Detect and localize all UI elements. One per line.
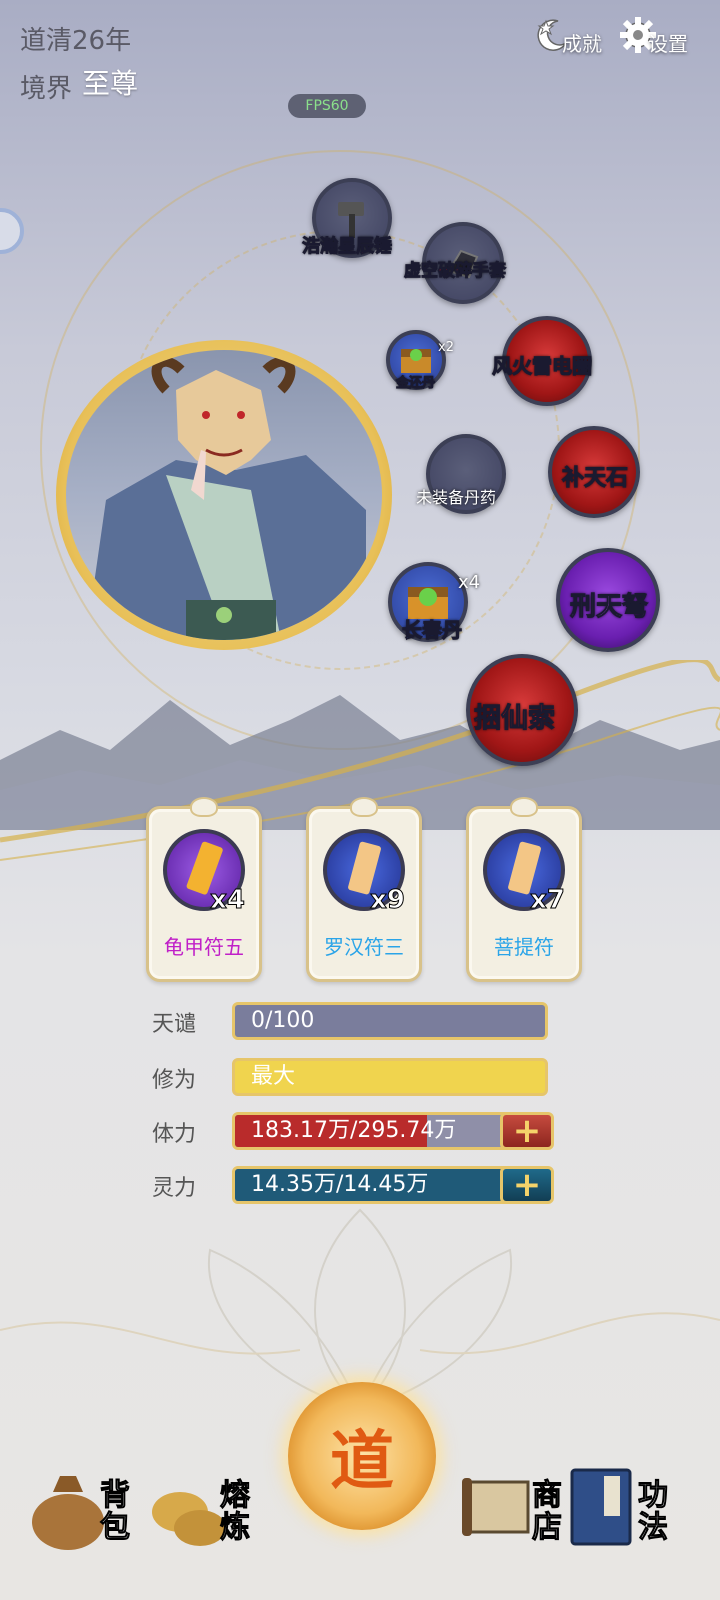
book-icon bbox=[570, 1468, 632, 1546]
nav-skills-label: 功法 bbox=[638, 1478, 669, 1545]
dao-label: 道 bbox=[330, 1424, 394, 1499]
talisman-count: x9 bbox=[370, 885, 406, 916]
realm-label: 境界 bbox=[20, 74, 73, 104]
cultivation-bar: 最大 bbox=[232, 1058, 548, 1096]
plus-icon: + bbox=[512, 1165, 542, 1205]
card-cap bbox=[190, 797, 218, 817]
coins-icon bbox=[152, 1492, 226, 1546]
nav-skills[interactable]: 功法 bbox=[564, 1462, 684, 1572]
scroll-map-icon bbox=[462, 1478, 530, 1536]
talisman-name: 龟甲符五 bbox=[164, 935, 244, 959]
item-count: x4 bbox=[458, 572, 481, 593]
character-avatar bbox=[66, 350, 382, 640]
stamina-value: 183.17万/295.74万 bbox=[251, 1118, 457, 1143]
equip-name: 金还丹 bbox=[395, 376, 436, 392]
equip-slot-stone[interactable]: 补天石 bbox=[548, 426, 640, 518]
achievements-label: 成就 bbox=[562, 32, 602, 56]
equip-slot-empty-pill[interactable]: 未装备丹药 bbox=[416, 434, 506, 514]
plus-icon: + bbox=[512, 1111, 542, 1151]
stat-label-tianqian: 天谴 bbox=[152, 1012, 197, 1037]
beast-character-icon bbox=[86, 356, 366, 640]
equip-name: 浩瀚星辰锤 bbox=[302, 236, 393, 258]
stamina-add-button[interactable]: + bbox=[500, 1112, 554, 1150]
equip-slot-crossbow[interactable]: 刑天弩 bbox=[556, 548, 660, 652]
talisman-count: x7 bbox=[530, 885, 566, 916]
talisman-card[interactable]: x4 龟甲符五 bbox=[146, 797, 262, 982]
tianqian-bar: 0/100 bbox=[232, 1002, 548, 1040]
nav-smelt-label: 熔炼 bbox=[220, 1478, 251, 1545]
equip-slot-pill-changchun[interactable]: 长春丹 x4 bbox=[388, 562, 480, 643]
money-bag-icon bbox=[32, 1476, 104, 1550]
talisman-count: x4 bbox=[210, 885, 246, 916]
nav-smelt[interactable]: 熔炼 bbox=[150, 1462, 260, 1572]
spirit-add-button[interactable]: + bbox=[500, 1166, 554, 1204]
equip-slot-pill-jinhuan[interactable]: 金还丹 x2 bbox=[386, 330, 454, 392]
talisman-card[interactable]: x9 罗汉符三 bbox=[306, 797, 422, 982]
equip-name: 虚空破碎手套 bbox=[404, 261, 507, 282]
equip-name: 未装备丹药 bbox=[416, 488, 497, 507]
equip-name: 补天石 bbox=[561, 466, 629, 492]
card-cap bbox=[510, 797, 538, 817]
settings-button[interactable]: 设置 bbox=[618, 12, 688, 57]
fps-counter: FPS60 bbox=[288, 94, 366, 118]
nav-shop[interactable]: 商店 bbox=[458, 1462, 568, 1572]
stat-label-cultivation: 修为 bbox=[152, 1068, 197, 1093]
equip-slot-rope[interactable]: 捆仙索 bbox=[466, 654, 578, 766]
settings-label: 设置 bbox=[648, 32, 688, 56]
stat-label-spirit: 灵力 bbox=[152, 1176, 197, 1201]
nav-bag[interactable]: 背包 bbox=[28, 1462, 138, 1572]
equip-name: 风火雷电圈 bbox=[492, 354, 593, 379]
equip-slot-hammer[interactable]: 浩瀚星辰锤 bbox=[302, 178, 393, 258]
talisman-name: 菩提符 bbox=[494, 935, 554, 959]
nav-shop-label: 商店 bbox=[532, 1478, 563, 1545]
treasure-chest-icon bbox=[401, 349, 431, 373]
side-panel-toggle[interactable] bbox=[0, 208, 24, 254]
talisman-card[interactable]: x7 菩提符 bbox=[466, 797, 582, 982]
card-cap bbox=[350, 797, 378, 817]
equip-name: 捆仙索 bbox=[474, 703, 556, 735]
dao-button[interactable]: 道 bbox=[288, 1382, 436, 1530]
realm-value: 至尊 bbox=[82, 67, 139, 100]
stat-label-stamina: 体力 bbox=[152, 1122, 197, 1147]
item-count: x2 bbox=[438, 340, 454, 355]
character-portrait[interactable] bbox=[56, 340, 392, 650]
equip-name: 刑天弩 bbox=[569, 592, 649, 623]
equip-name: 长春丹 bbox=[402, 618, 463, 643]
achievements-button[interactable]: 成就 bbox=[532, 12, 602, 57]
tianqian-value: 0/100 bbox=[251, 1008, 315, 1033]
spirit-value: 14.35万/14.45万 bbox=[251, 1172, 429, 1197]
equip-slot-gloves[interactable]: 虚空破碎手套 bbox=[404, 222, 507, 304]
year-label: 道清26年 bbox=[20, 26, 132, 56]
talisman-name: 罗汉符三 bbox=[324, 935, 404, 959]
nav-bag-label: 背包 bbox=[100, 1478, 131, 1545]
equip-slot-ring[interactable]: 风火雷电圈 bbox=[492, 316, 593, 406]
cultivation-value: 最大 bbox=[251, 1064, 296, 1089]
